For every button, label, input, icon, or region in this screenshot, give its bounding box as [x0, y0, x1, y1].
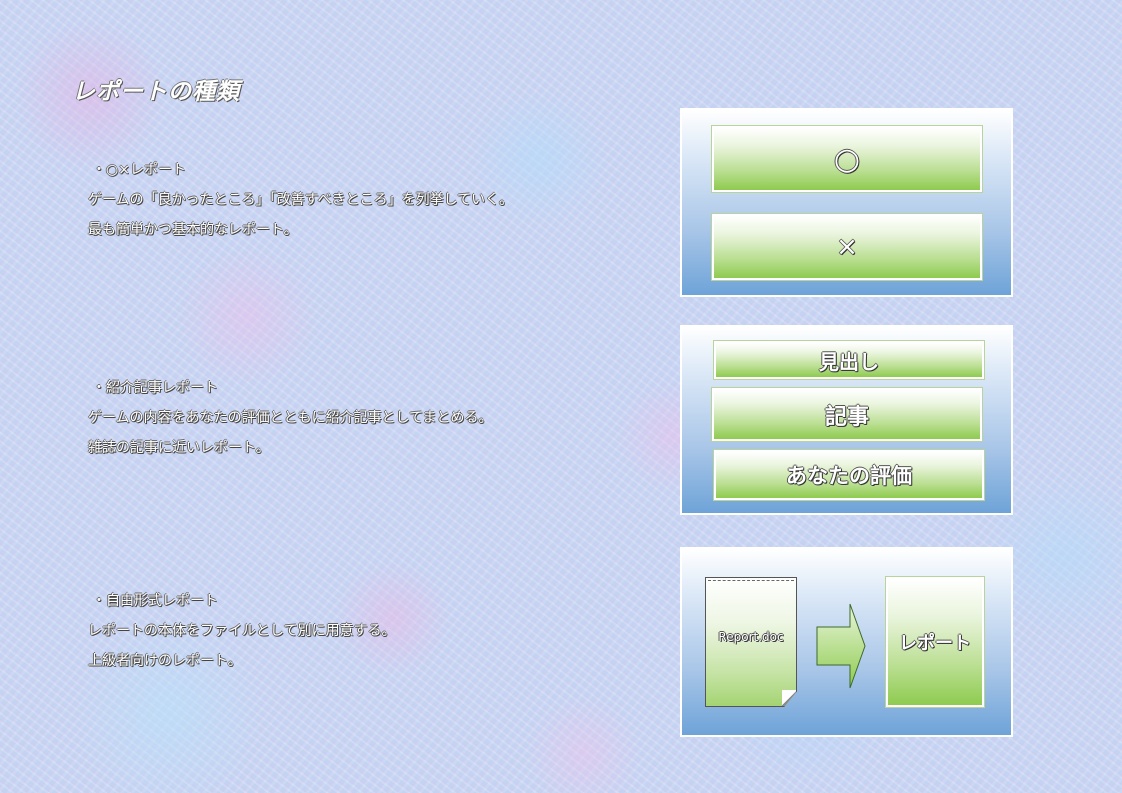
- document-file-name: Report.doc: [718, 630, 784, 644]
- section-line: レポートの本体をファイルとして別に用意する。: [88, 623, 396, 639]
- section-line: ゲームの内容をあなたの評価とともに紹介記事としてまとめる。: [88, 410, 493, 426]
- article-diagram-panel: 見出し 記事 あなたの評価: [680, 325, 1013, 515]
- section-free-report: ・自由形式レポート レポートの本体をファイルとして別に用意する。 上級者向けのレ…: [88, 586, 396, 676]
- evaluation-box: あなたの評価: [713, 449, 985, 501]
- report-box: レポート: [885, 576, 985, 708]
- document-icon: Report.doc: [705, 577, 797, 707]
- section-line: ゲームの「良かったところ」「改善すべきところ」を列挙していく。: [88, 192, 514, 208]
- free-format-diagram-panel: Report.doc レポート: [680, 547, 1013, 737]
- section-line: 最も簡単かつ基本的なレポート。: [88, 222, 298, 238]
- maru-batsu-diagram-panel: ○ ×: [680, 108, 1013, 297]
- section-line: 上級者向けのレポート。: [88, 653, 242, 669]
- article-box: 記事: [711, 387, 983, 442]
- batsu-box: ×: [711, 213, 983, 281]
- section-article-report: ・紹介記事レポート ゲームの内容をあなたの評価とともに紹介記事としてまとめる。 …: [88, 373, 492, 463]
- section-maru-batsu-report: ・○×レポート ゲームの「良かったところ」「改善すべきところ」を列挙していく。 …: [88, 155, 513, 245]
- section-heading: ・自由形式レポート: [92, 593, 218, 609]
- arrow-right-icon: [816, 603, 866, 689]
- headline-box: 見出し: [713, 340, 985, 380]
- page-title: レポートの種類: [72, 79, 240, 105]
- section-heading: ・紹介記事レポート: [92, 380, 218, 396]
- maru-box: ○: [711, 125, 983, 193]
- section-heading: ・○×レポート: [92, 162, 186, 178]
- section-line: 雑誌の記事に近いレポート。: [88, 440, 270, 456]
